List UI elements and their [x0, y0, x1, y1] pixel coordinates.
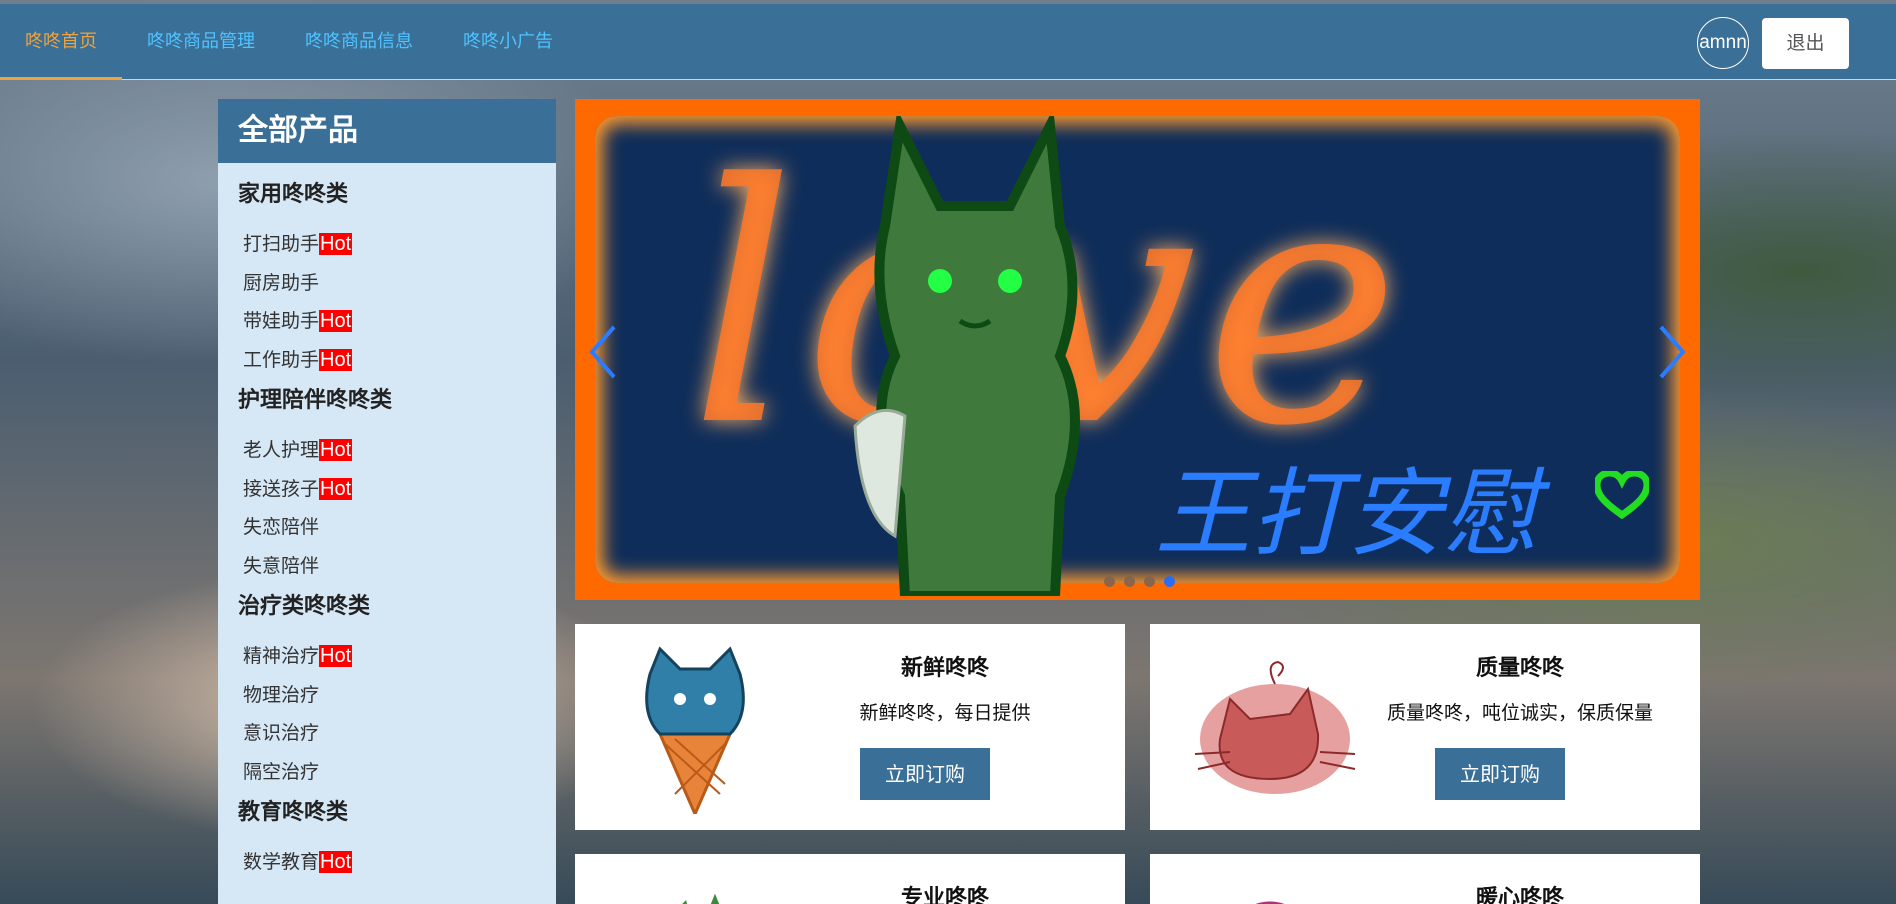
logout-button[interactable]: 退出	[1762, 18, 1849, 69]
green-cat-illustration	[853, 116, 1080, 596]
top-navbar: 咚咚首页 咚咚商品管理 咚咚商品信息 咚咚小广告 amnn 退出	[0, 4, 1896, 80]
category-item[interactable]: 厨房助手	[218, 264, 556, 303]
product-card: 质量咚咚 质量咚咚，吨位诚实，保质保量 立即订购	[1150, 624, 1700, 830]
category-item-label: 老人护理	[243, 439, 320, 461]
card-title: 新鲜咚咚	[900, 656, 989, 681]
red-cat-blob-icon	[1194, 660, 1356, 794]
product-card: 暖心咚咚	[1150, 854, 1700, 904]
nav-item-product-info[interactable]: 咚咚商品信息	[280, 4, 438, 80]
category-item-label: 失意陪伴	[243, 554, 320, 577]
category-item[interactable]: 失恋陪伴	[218, 508, 556, 547]
order-now-button[interactable]: 立即订购	[860, 748, 990, 800]
card-title: 专业咚咚	[900, 886, 989, 904]
card-description: 新鲜咚咚，每日提供	[859, 702, 1031, 724]
category-item-label: 带娃助手	[243, 310, 320, 332]
nav-item-product-management[interactable]: 咚咚商品管理	[122, 4, 280, 80]
pink-cat-icon	[1255, 901, 1285, 904]
product-card: 专业咚咚	[575, 854, 1125, 904]
category-item[interactable]: 工作助手Hot	[218, 341, 556, 380]
category-list: 精神治疗Hot 物理治疗 意识治疗 隔空治疗	[218, 629, 556, 791]
category-list: 打扫助手Hot 厨房助手 带娃助手Hot 工作助手Hot	[218, 217, 556, 379]
category-item[interactable]: 接送孩子Hot	[218, 470, 556, 509]
carousel-slide: love 王打安慰	[595, 116, 1680, 596]
product-category-sidebar: 全部产品 家用咚咚类 打扫助手Hot 厨房助手 带娃助手Hot 工作助手Hot …	[218, 99, 556, 904]
user-avatar[interactable]: amnn	[1697, 17, 1749, 69]
category-title: 教育咚咚类	[238, 800, 349, 825]
card-description: 质量咚咚，吨位诚实，保质保量	[1386, 702, 1653, 724]
slide-signature: 王打安慰	[1155, 458, 1539, 570]
category-item[interactable]: 老人护理Hot	[218, 431, 556, 470]
category-item[interactable]: 物理治疗	[218, 676, 556, 715]
hot-badge: Hot	[319, 439, 353, 461]
card-title: 质量咚咚	[1475, 656, 1564, 681]
carousel-dot[interactable]	[1104, 576, 1115, 587]
category-item-label: 数学教育	[243, 851, 320, 873]
category-title: 护理陪伴咚咚类	[238, 388, 393, 413]
category-item-label: 物理治疗	[243, 683, 320, 706]
category-item-label: 失恋陪伴	[243, 516, 320, 538]
sidebar-title: 全部产品	[218, 99, 556, 163]
carousel-next-arrow-icon[interactable]	[1651, 322, 1691, 382]
category-item[interactable]: 隔空治疗	[218, 753, 556, 792]
category-item[interactable]: 数学教育Hot	[218, 843, 556, 882]
carousel-indicators	[1104, 576, 1175, 587]
category-item-label: 隔空治疗	[243, 760, 320, 783]
hot-badge: Hot	[319, 348, 353, 371]
order-now-button[interactable]: 立即订购	[1435, 748, 1565, 800]
category-item-label: 打扫助手	[243, 233, 320, 255]
hot-badge: Hot	[319, 645, 353, 667]
category-item[interactable]: 打扫助手Hot	[218, 225, 556, 264]
carousel-dot-active[interactable]	[1164, 576, 1175, 587]
category-item[interactable]: 意识治疗	[218, 714, 556, 753]
hot-badge: Hot	[319, 851, 353, 873]
category-title: 家用咚咚类	[238, 182, 349, 207]
card-title: 暖心咚咚	[1475, 886, 1564, 904]
hot-badge: Hot	[319, 310, 353, 332]
category-item[interactable]: 带娃助手Hot	[218, 302, 556, 341]
carousel-prev-arrow-icon[interactable]	[584, 322, 624, 382]
blue-cat-icecream-icon	[645, 646, 745, 814]
category-list: 数学教育Hot	[218, 835, 556, 882]
nav-item-ads[interactable]: 咚咚小广告	[438, 4, 578, 80]
category-item[interactable]: 失意陪伴	[218, 547, 556, 586]
heart-icon	[1595, 471, 1649, 519]
category-item-label: 意识治疗	[243, 722, 320, 744]
category-list: 老人护理Hot 接送孩子Hot 失恋陪伴 失意陪伴	[218, 423, 556, 585]
category-item-label: 精神治疗	[243, 645, 320, 667]
carousel-dot[interactable]	[1144, 576, 1155, 587]
product-card: 新鲜咚咚 新鲜咚咚，每日提供 立即订购	[575, 624, 1125, 830]
carousel-dot[interactable]	[1124, 576, 1135, 587]
main-nav: 咚咚首页 咚咚商品管理 咚咚商品信息 咚咚小广告	[0, 4, 578, 80]
category-item-label: 接送孩子	[243, 477, 320, 500]
green-sprout-icon	[682, 893, 720, 904]
category-item-label: 工作助手	[243, 348, 320, 371]
hot-badge: Hot	[319, 233, 353, 255]
category-title: 治疗类咚咚类	[238, 594, 371, 619]
category-item-label: 厨房助手	[243, 271, 320, 294]
nav-item-home[interactable]: 咚咚首页	[0, 4, 122, 80]
banner-carousel[interactable]: love 王打安慰	[575, 99, 1700, 600]
hot-badge: Hot	[319, 477, 353, 500]
category-item[interactable]: 精神治疗Hot	[218, 637, 556, 676]
